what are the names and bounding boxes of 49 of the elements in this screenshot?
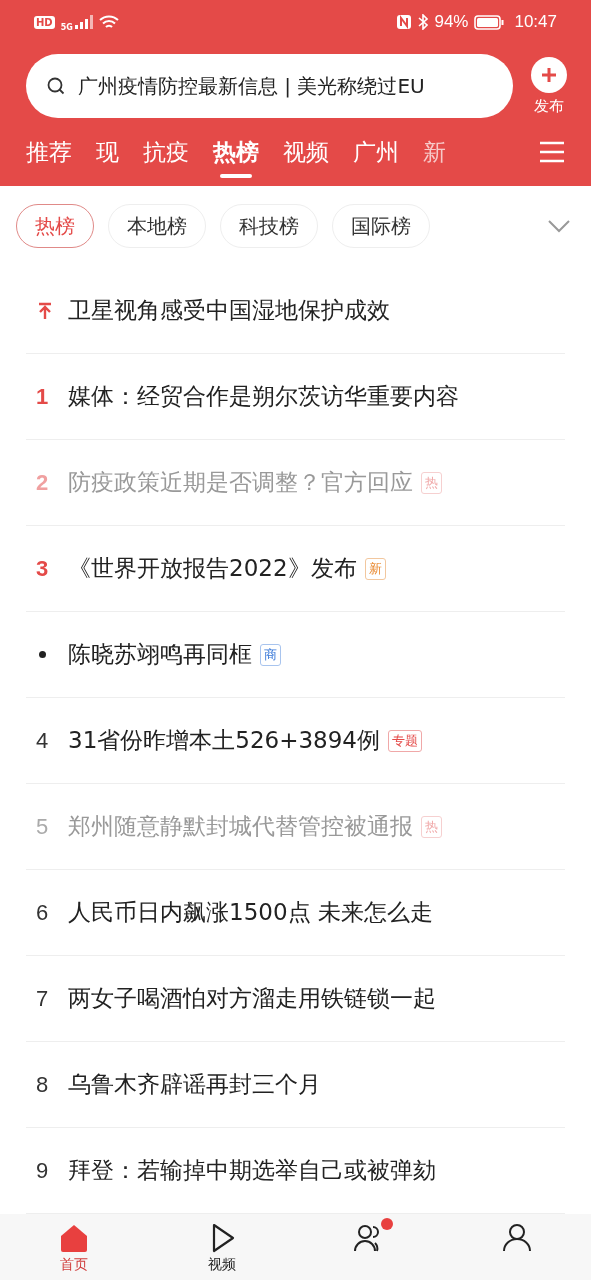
tag-label: 热: [421, 471, 442, 494]
headline-link[interactable]: 拜登：若输掉中期选举自己或被弹劾: [68, 1155, 436, 1186]
bullet-dot: [39, 651, 46, 658]
headline-link[interactable]: 31省份昨增本土526+3894例: [68, 725, 380, 756]
pin-top-icon: [38, 301, 52, 320]
clock: 10:47: [514, 12, 557, 32]
tag-label: 热: [421, 815, 442, 838]
headline-link[interactable]: 《世界开放报告2022》发布: [68, 553, 357, 584]
wifi-icon: [98, 14, 119, 30]
menu-icon[interactable]: [539, 141, 565, 163]
rank-number: 9: [36, 1157, 49, 1184]
publish-button[interactable]: 发布: [531, 56, 567, 116]
chevron-down-icon[interactable]: [547, 219, 571, 233]
channel-tab[interactable]: 视频: [283, 126, 329, 178]
headline-link[interactable]: 人民币日内飙涨1500点 未来怎么走: [68, 897, 433, 928]
battery-percent: 94%: [434, 12, 469, 32]
headline-link[interactable]: 卫星视角感受中国湿地保护成效: [68, 295, 390, 326]
rank-number: 7: [36, 985, 49, 1012]
nfc-icon: [396, 14, 413, 30]
headline-link[interactable]: 陈晓苏翊鸣再同框: [68, 639, 252, 670]
rank-number: 8: [36, 1071, 49, 1098]
headline-link[interactable]: 两女子喝酒怕对方溜走用铁链锁一起: [68, 983, 436, 1014]
signal-icon: [74, 15, 93, 29]
rank-number: 5: [36, 813, 49, 840]
search-icon: [46, 76, 66, 96]
battery-icon: [474, 14, 505, 30]
tag-label: 新: [364, 557, 386, 580]
channel-tab[interactable]: 广州: [353, 126, 399, 178]
channel-tab[interactable]: 抗疫: [143, 126, 189, 178]
headline-link[interactable]: 乌鲁木齐辟谣再封三个月: [68, 1069, 321, 1100]
rank-number: 4: [36, 727, 49, 754]
tag-label: 商: [260, 643, 281, 666]
tag-label: 专题: [388, 729, 422, 752]
channel-tab[interactable]: 现: [96, 126, 119, 178]
nav-tab[interactable]: 首页: [0, 1214, 148, 1280]
plus-icon: [531, 56, 567, 93]
rank-number: 2: [36, 469, 49, 496]
rank-number: 6: [36, 899, 49, 926]
headline-link[interactable]: 媒体：经贸合作是朔尔茨访华重要内容: [68, 381, 459, 412]
person-icon: [501, 1222, 534, 1254]
nav-tab[interactable]: 视频: [147, 1214, 296, 1280]
hd-indicator: HD: [34, 15, 55, 29]
network-type: 5G: [60, 22, 73, 32]
rank-number: 1: [36, 383, 49, 410]
channel-tab[interactable]: 推荐: [26, 126, 72, 178]
search-field[interactable]: 广州疫情防控最新信息 | 美光称绕过EU: [26, 54, 513, 118]
channel-tab[interactable]: 热榜: [213, 126, 259, 178]
bluetooth-icon: [418, 14, 429, 30]
rank-number: 3: [36, 555, 49, 582]
